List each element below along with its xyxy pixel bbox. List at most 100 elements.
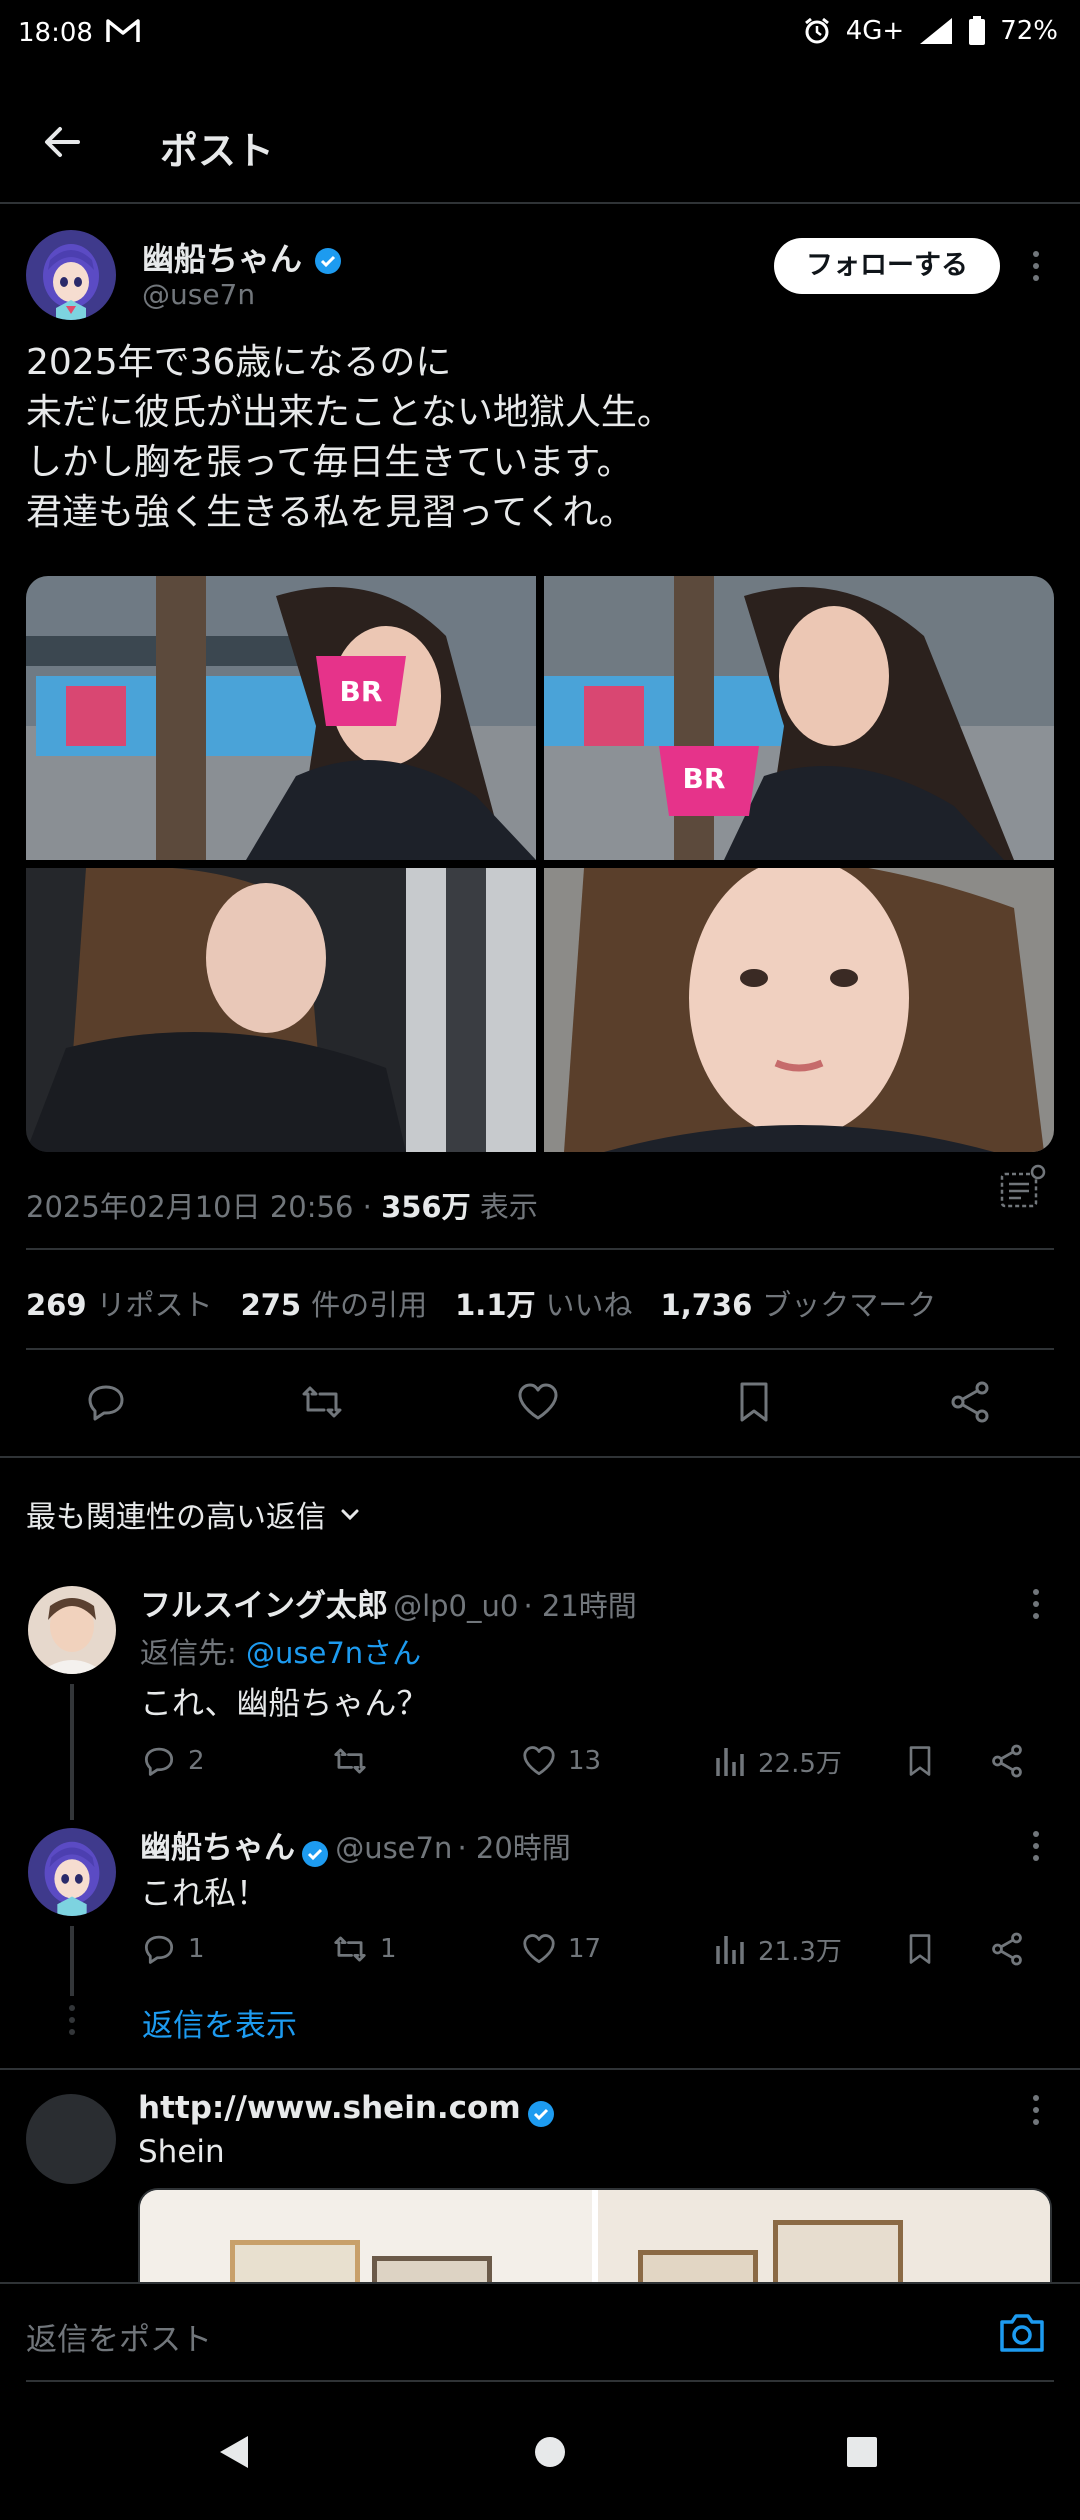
ad-media[interactable] — [138, 2188, 1052, 2288]
photo-2[interactable]: BR — [544, 576, 1054, 860]
divider — [26, 1348, 1054, 1350]
follow-button[interactable]: フォローする — [774, 238, 1000, 294]
gmail-icon — [106, 18, 140, 44]
reply-reply-button[interactable]: 1 — [140, 1930, 205, 1968]
repost-icon — [334, 1936, 366, 1962]
likes-label: いいね — [545, 1288, 633, 1322]
more-options-icon[interactable] — [1026, 246, 1046, 286]
reply-views-button[interactable]: 21.3万 — [712, 1930, 842, 1968]
quotes-label: 件の引用 — [311, 1288, 428, 1322]
share-icon[interactable] — [988, 1742, 1026, 1780]
thread-line — [70, 1684, 74, 1820]
meta-separator: · — [362, 1190, 372, 1224]
like-heart-icon[interactable] — [514, 1378, 564, 1428]
reply-icon — [144, 1935, 174, 1964]
repost-count: 1 — [380, 1934, 397, 1964]
ad-avatar[interactable] — [26, 2094, 116, 2184]
author-name[interactable]: 幽船ちゃん — [142, 234, 343, 280]
reply-repost-button[interactable]: 1 — [330, 1930, 397, 1968]
reply-repost-button[interactable] — [330, 1742, 380, 1780]
thread-line — [70, 1926, 74, 1996]
photo-4[interactable] — [544, 868, 1054, 1152]
reply-compose-bar: 返信をポスト — [0, 2282, 1080, 2382]
show-replies-link[interactable]: 返信を表示 — [142, 2000, 297, 2045]
views-chart-icon — [716, 1936, 744, 1964]
nav-back-icon[interactable] — [216, 2432, 252, 2472]
ad-header: http://www.shein.com — [138, 2090, 556, 2129]
reply-icon[interactable] — [82, 1378, 132, 1428]
ad-author-name[interactable]: http://www.shein.com — [138, 2090, 521, 2126]
thread-dots — [62, 2004, 82, 2042]
reply-time: 21時間 — [541, 1589, 637, 1623]
repost-icon[interactable] — [298, 1378, 348, 1428]
reply-sort-dropdown[interactable]: 最も関連性の高い返信 — [26, 1492, 364, 1536]
status-right: 4G+ 72% — [802, 16, 1058, 46]
post-meta: 2025年02月10日 20:56 · 356万 表示 — [26, 1184, 538, 1226]
share-icon[interactable] — [946, 1378, 996, 1428]
views-count: 356万 — [381, 1190, 471, 1224]
views-count: 21.3万 — [758, 1936, 842, 1967]
views-label: 表示 — [479, 1190, 538, 1224]
more-options-icon[interactable] — [1026, 2090, 1046, 2130]
reply-views-button[interactable]: 22.5万 — [712, 1742, 842, 1780]
reply-input[interactable]: 返信をポスト — [26, 2314, 212, 2359]
cup-logo-2: BR — [683, 762, 726, 795]
status-time: 18:08 — [18, 18, 93, 48]
cup-logo-1: BR — [340, 675, 383, 708]
more-options-icon[interactable] — [1026, 1826, 1046, 1866]
more-options-icon[interactable] — [1026, 1584, 1046, 1624]
views-chart-icon — [716, 1748, 744, 1776]
bookmark-icon[interactable] — [902, 1930, 938, 1968]
likes-stat[interactable]: 1.1万 いいね — [455, 1282, 632, 1324]
photo-3[interactable] — [26, 868, 536, 1152]
ad-text: Shein — [138, 2134, 225, 2170]
alarm-icon — [802, 16, 832, 46]
author-name-text: 幽船ちゃん — [142, 240, 303, 278]
chevron-down-icon — [336, 1500, 364, 1528]
quotes-stat[interactable]: 275 件の引用 — [241, 1282, 428, 1324]
verified-badge-icon — [526, 2099, 556, 2129]
author-avatar[interactable] — [26, 230, 116, 320]
nav-recents-icon[interactable] — [844, 2434, 880, 2470]
analytics-icon[interactable] — [998, 1164, 1046, 1212]
like-count: 17 — [568, 1934, 602, 1964]
reply-like-button[interactable]: 17 — [520, 1930, 601, 1968]
reply-author-name[interactable]: 幽船ちゃん — [140, 1830, 295, 1866]
reply-header: 幽船ちゃん @use7n · 20時間 — [140, 1822, 1020, 1869]
replying-to-link[interactable]: @use7nさん — [246, 1636, 421, 1670]
verified-badge-icon — [300, 1839, 330, 1869]
nav-home-icon[interactable] — [530, 2432, 570, 2472]
reply-count: 1 — [188, 1934, 205, 1964]
divider — [26, 1248, 1054, 1250]
photo-1[interactable]: BR — [26, 576, 536, 860]
reply-bar-divider — [26, 2380, 1054, 2382]
bookmarks-stat[interactable]: 1,736 ブックマーク — [661, 1282, 937, 1324]
camera-icon[interactable] — [998, 2310, 1048, 2356]
page-title: ポスト — [160, 129, 275, 173]
share-icon[interactable] — [988, 1930, 1026, 1968]
header-divider — [0, 202, 1080, 204]
engagement-stats: 269 リポスト 275 件の引用 1.1万 いいね 1,736 ブックマーク — [26, 1282, 936, 1324]
like-heart-icon — [523, 1746, 555, 1776]
bookmark-icon[interactable] — [730, 1378, 780, 1428]
post-action-bar — [0, 1372, 1080, 1434]
reply-author-handle: @use7n — [335, 1831, 453, 1865]
quotes-count: 275 — [240, 1288, 302, 1322]
battery-icon — [968, 16, 986, 46]
top-header: ポスト — [0, 90, 1080, 200]
sort-label: 最も関連性の高い返信 — [26, 1500, 326, 1535]
reply-avatar[interactable] — [28, 1586, 116, 1674]
network-label: 4G+ — [845, 16, 905, 46]
reply-author-name[interactable]: フルスイング太郎 — [140, 1588, 388, 1624]
like-count: 13 — [568, 1746, 602, 1776]
reply-reply-button[interactable]: 2 — [140, 1742, 205, 1780]
reply-like-button[interactable]: 13 — [520, 1742, 601, 1780]
reply-avatar[interactable] — [28, 1828, 116, 1916]
reply-icon — [144, 1747, 174, 1776]
photo-grid: BR BR — [26, 576, 1054, 1152]
reply-author-handle: @lp0_u0 — [393, 1589, 519, 1623]
reply-text: これ私！ — [140, 1874, 269, 1912]
reposts-stat[interactable]: 269 リポスト — [26, 1282, 213, 1324]
back-arrow-icon[interactable] — [38, 118, 86, 166]
bookmark-icon[interactable] — [902, 1742, 938, 1780]
